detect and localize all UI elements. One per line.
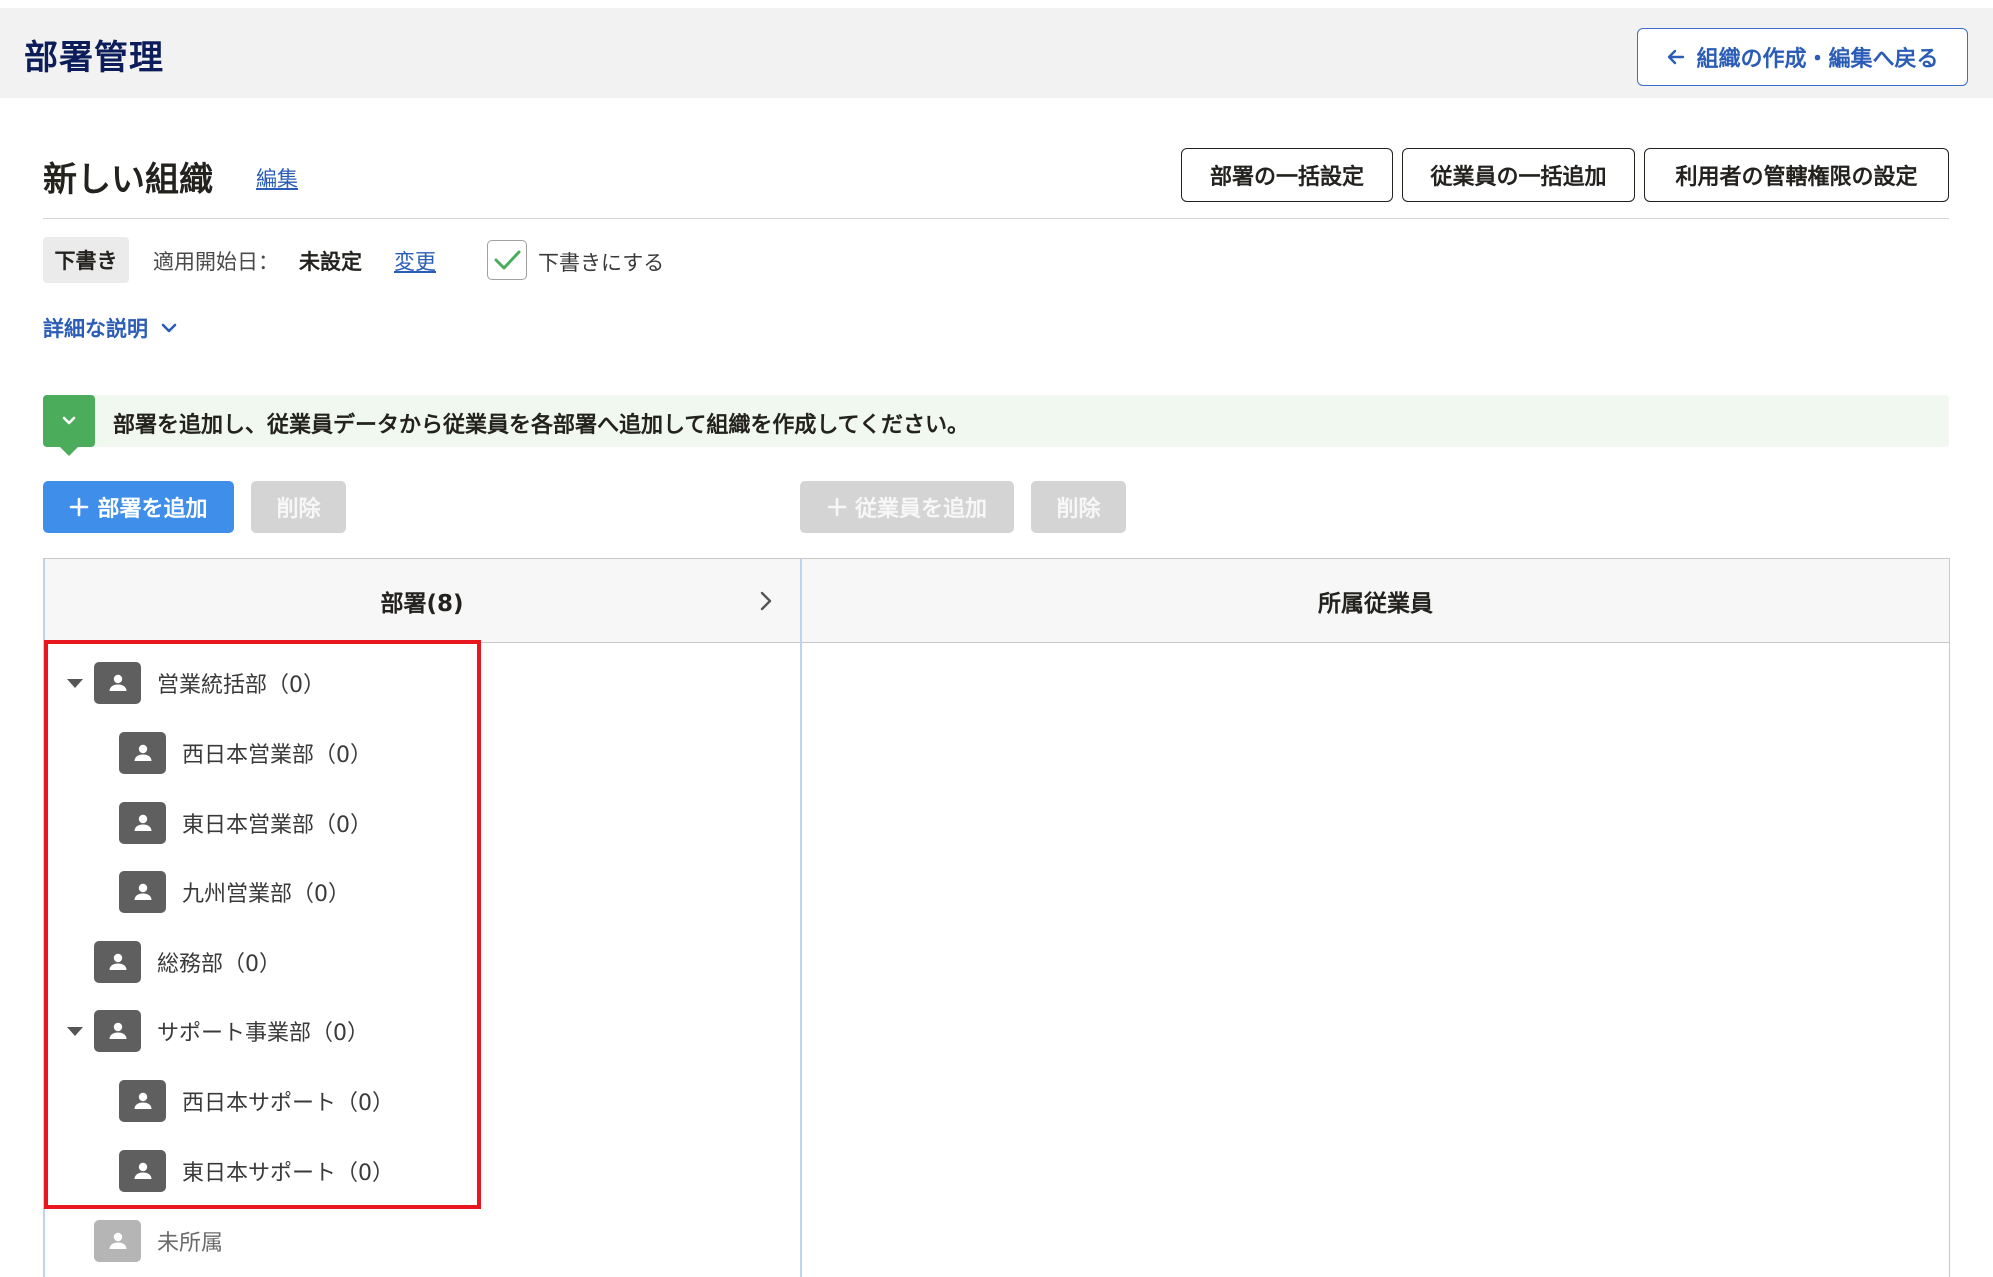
back-button-label: 組織の作成・編集へ戻る [1696, 47, 1939, 72]
members-column-header: 所属従業員 [1318, 591, 1433, 617]
draft-checkbox[interactable] [487, 240, 527, 280]
arrow-left-icon [1668, 49, 1685, 65]
draft-checkbox-label[interactable]: 下書きにする [538, 247, 664, 277]
add-employee-button[interactable]: 従業員を追加 [800, 481, 1014, 533]
edit-org-name-link[interactable]: 編集 [256, 163, 298, 193]
organization-name: 新しい組織 [43, 160, 213, 200]
plus-icon [70, 497, 89, 517]
add-dept-label: 部署を追加 [97, 497, 208, 522]
add-employee-label: 従業員を追加 [854, 497, 987, 522]
chevron-right-icon[interactable] [750, 585, 782, 617]
tree-item-unassigned[interactable]: 未所属 [94, 1217, 223, 1265]
dept-column-header: 部署(8) [380, 591, 464, 617]
add-dept-button[interactable]: 部署を追加 [43, 481, 234, 533]
info-banner: 部署を追加し、従業員データから従業員を各部署へ追加して組織を作成してください。 [43, 395, 1949, 456]
status-badge: 下書き [43, 237, 129, 283]
back-to-org-edit-button[interactable]: 組織の作成・編集へ戻る [1637, 28, 1968, 86]
admin-rights-setting-button[interactable]: 利用者の管轄権限の設定 [1644, 148, 1949, 202]
table-header: 部署(8) 所属従業員 [44, 559, 1949, 643]
plus-icon [827, 497, 847, 517]
start-date-label: 適用開始日： [153, 250, 279, 274]
tree-item-label: 未所属 [157, 1231, 224, 1256]
chevron-down-icon [62, 416, 76, 425]
column-divider [800, 559, 802, 1277]
delete-dept-button[interactable]: 削除 [251, 481, 346, 533]
divider [43, 218, 1949, 219]
info-collapse-icon[interactable] [43, 395, 95, 456]
page-title: 部署管理 [24, 38, 164, 78]
info-message: 部署を追加し、従業員データから従業員を各部署へ追加して組織を作成してください。 [113, 413, 970, 438]
bulk-dept-setting-button[interactable]: 部署の一括設定 [1181, 148, 1393, 202]
start-date-value: 未設定 [299, 250, 362, 274]
bulk-employee-add-button[interactable]: 従業員の一括追加 [1402, 148, 1635, 202]
page-header: 部署管理 組織の作成・編集へ戻る [0, 8, 1993, 98]
change-start-date-link[interactable]: 変更 [394, 246, 436, 276]
details-label: 詳細な説明 [43, 317, 148, 341]
chevron-down-icon [161, 323, 177, 333]
highlight-annotation-box [44, 640, 481, 1209]
check-icon [494, 250, 520, 269]
person-icon [94, 1220, 141, 1262]
delete-employee-button[interactable]: 削除 [1031, 481, 1126, 533]
details-toggle[interactable]: 詳細な説明 [43, 313, 178, 343]
